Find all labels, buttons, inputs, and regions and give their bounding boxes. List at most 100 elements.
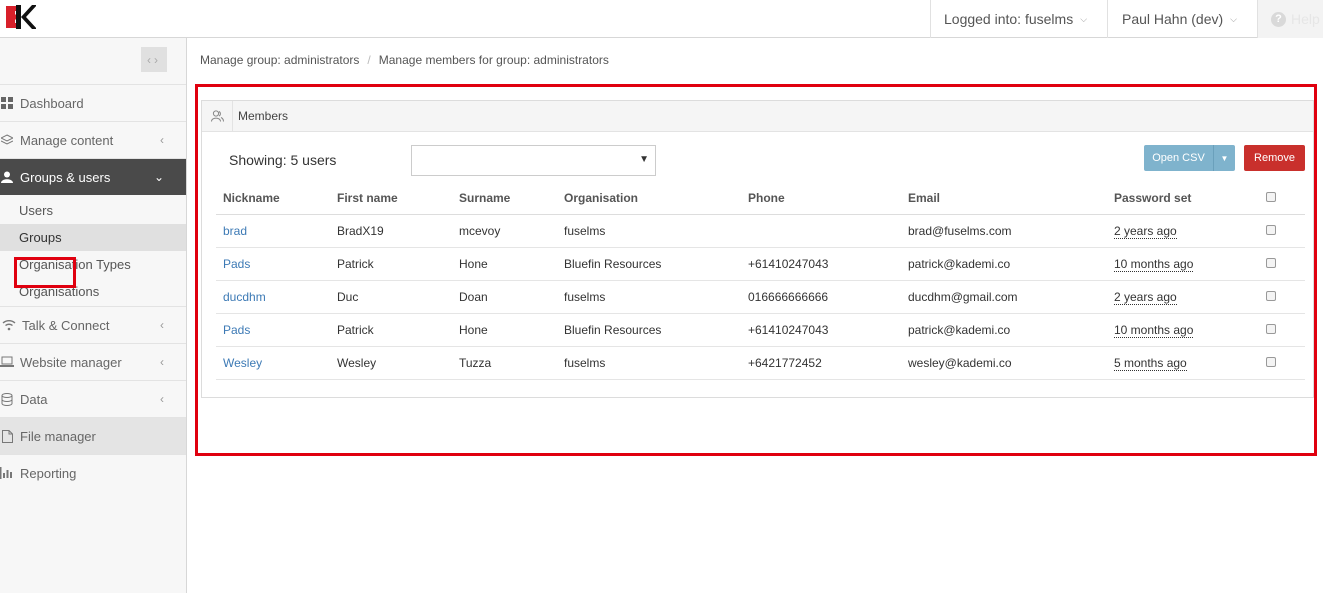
caret-down-icon: ▼ [1220, 153, 1229, 163]
row-checkbox[interactable] [1266, 290, 1276, 301]
password-set-time: 10 months ago [1114, 322, 1194, 338]
nickname-link[interactable]: Pads [223, 323, 250, 337]
cell-first-name: Patrick [330, 313, 452, 347]
cell-email: brad@fuselms.com [901, 214, 1107, 248]
members-table: Nickname First name Surname Organisation… [216, 182, 1305, 380]
cell-phone: 016666666666 [741, 280, 901, 314]
cell-first-name: BradX19 [330, 214, 452, 248]
table-row: Pads Patrick Hone Bluefin Resources +614… [216, 313, 1305, 347]
nickname-link[interactable]: brad [223, 224, 247, 238]
password-set-time: 2 years ago [1114, 289, 1177, 305]
open-csv-button[interactable]: Open CSV [1144, 145, 1213, 171]
panel-header: Members [202, 101, 1313, 132]
nickname-link[interactable]: Pads [223, 257, 250, 271]
cell-organisation: fuselms [557, 280, 741, 314]
cell-select [1257, 214, 1305, 248]
col-first-name[interactable]: First name [330, 182, 452, 215]
members-panel: Members Showing: 5 users ▼ Open CSV ▼ Re… [201, 100, 1314, 398]
row-checkbox[interactable] [1266, 323, 1276, 334]
sidebar-item-label: Reporting [20, 465, 77, 481]
cell-organisation: Bluefin Resources [557, 313, 741, 347]
grid-icon [0, 96, 14, 110]
users-icon [202, 101, 233, 131]
help-button[interactable]: ? Help [1257, 0, 1323, 38]
group-filter-select[interactable]: ▼ [411, 145, 656, 176]
col-phone[interactable]: Phone [741, 182, 901, 215]
row-checkbox[interactable] [1266, 356, 1276, 367]
cell-phone: +61410247043 [741, 313, 901, 347]
cell-organisation: fuselms [557, 346, 741, 380]
col-organisation[interactable]: Organisation [557, 182, 741, 215]
row-checkbox[interactable] [1266, 257, 1276, 268]
cell-nickname: Wesley [216, 346, 330, 380]
sidebar-collapse-button[interactable]: ‹› [141, 47, 167, 72]
chevron-left-icon: ‹ [160, 133, 164, 147]
select-all-checkbox[interactable] [1266, 191, 1276, 202]
breadcrumb: Manage group: administrators / Manage me… [200, 53, 609, 67]
sidebar-item-website-manager[interactable]: Website manager ‹ [0, 343, 186, 380]
sidebar-item-label: Dashboard [20, 95, 84, 111]
sidebar-sub-groups[interactable]: Groups [0, 224, 186, 251]
nickname-link[interactable]: Wesley [223, 356, 262, 370]
cell-organisation: fuselms [557, 214, 741, 248]
col-email[interactable]: Email [901, 182, 1107, 215]
password-set-time: 2 years ago [1114, 223, 1177, 239]
table-row: ducdhm Duc Doan fuselms 016666666666 duc… [216, 280, 1305, 314]
cell-phone: +61410247043 [741, 247, 901, 281]
chevron-down-icon: ⌵ [1080, 13, 1088, 24]
chevron-down-icon: ⌄ [153, 170, 164, 184]
cell-password-set: 10 months ago [1107, 247, 1257, 281]
chevron-left-icon: ‹ [160, 392, 164, 406]
cell-surname: Doan [452, 280, 557, 314]
laptop-icon [0, 355, 14, 369]
sidebar-item-label: Talk & Connect [22, 317, 110, 333]
cell-nickname: Pads [216, 313, 330, 347]
table-row: brad BradX19 mcevoy fuselms brad@fuselms… [216, 214, 1305, 248]
sidebar-nav: Dashboard Manage content ‹ Groups & user… [0, 84, 186, 491]
sidebar-item-label: File manager [20, 428, 96, 444]
sidebar-item-label: Website manager [20, 354, 122, 370]
sidebar-item-groups-users[interactable]: Groups & users ⌄ [0, 158, 186, 195]
sidebar-sub-organisations[interactable]: Organisations [0, 278, 186, 305]
help-label: Help [1291, 11, 1320, 27]
breadcrumb-manage-group[interactable]: Manage group: administrators [200, 53, 359, 67]
sidebar-sub-users[interactable]: Users [0, 197, 186, 224]
user-dropdown[interactable]: Paul Hahn (dev) ⌵ [1107, 0, 1257, 38]
cell-select [1257, 280, 1305, 314]
cell-password-set: 2 years ago [1107, 280, 1257, 314]
cell-email: wesley@kademi.co [901, 346, 1107, 380]
cell-surname: Hone [452, 313, 557, 347]
cell-select [1257, 313, 1305, 347]
logged-into-dropdown[interactable]: Logged into: fuselms ⌵ [930, 0, 1107, 38]
remove-button[interactable]: Remove [1244, 145, 1305, 171]
chevron-down-icon: ⌵ [1230, 13, 1237, 24]
open-csv-dropdown-toggle[interactable]: ▼ [1213, 145, 1235, 171]
cell-first-name: Patrick [330, 247, 452, 281]
sidebar-item-label: Manage content [20, 132, 114, 148]
chevron-left-icon: ‹ [160, 318, 164, 332]
sidebar-item-dashboard[interactable]: Dashboard [0, 84, 186, 121]
col-password-set[interactable]: Password set [1107, 182, 1257, 215]
row-checkbox[interactable] [1266, 224, 1276, 235]
chevron-left-icon: ‹ [160, 355, 164, 369]
sidebar-sub-organisation-types[interactable]: Organisation Types [0, 251, 186, 278]
kademi-logo[interactable] [4, 3, 36, 31]
cell-first-name: Duc [330, 280, 452, 314]
col-surname[interactable]: Surname [452, 182, 557, 215]
sidebar-item-reporting[interactable]: Reporting [0, 454, 186, 491]
breadcrumb-manage-members: Manage members for group: administrators [378, 53, 609, 67]
cell-nickname: ducdhm [216, 280, 330, 314]
nickname-link[interactable]: ducdhm [223, 290, 266, 304]
sidebar-item-file-manager[interactable]: File manager [0, 417, 186, 454]
sidebar-item-manage-content[interactable]: Manage content ‹ [0, 121, 186, 158]
cell-email: patrick@kademi.co [901, 247, 1107, 281]
logged-into-label: Logged into: fuselms [944, 11, 1074, 27]
cell-nickname: brad [216, 214, 330, 248]
col-select-all [1257, 182, 1305, 215]
sidebar-item-data[interactable]: Data ‹ [0, 380, 186, 417]
cell-password-set: 5 months ago [1107, 346, 1257, 380]
col-nickname[interactable]: Nickname [216, 182, 330, 215]
sidebar-item-talk-connect[interactable]: Talk & Connect ‹ [0, 306, 186, 343]
caret-down-icon: ▼ [639, 154, 649, 165]
sidebar-item-label: Data [20, 391, 48, 407]
